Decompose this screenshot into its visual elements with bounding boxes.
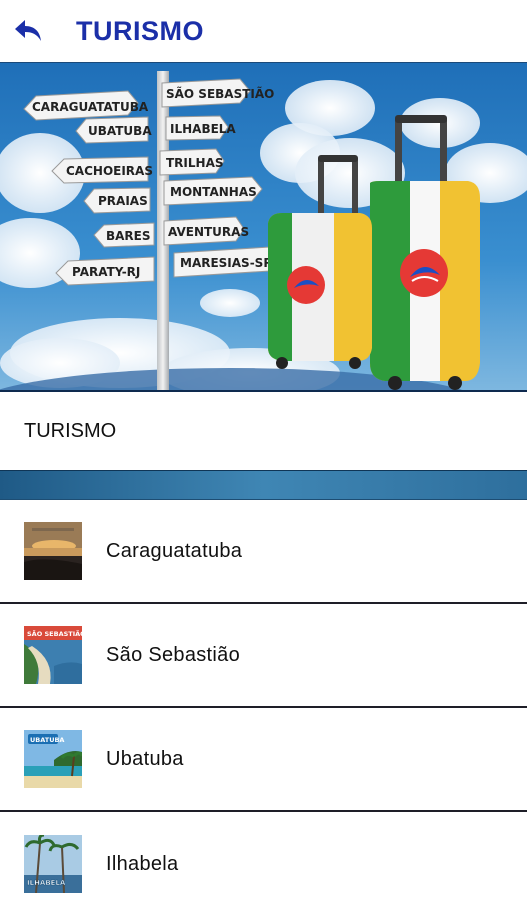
sign-label: PARATY-RJ [72, 265, 140, 279]
sign-label: CARAGUATATUBA [32, 100, 149, 114]
sign-label: MARESIAS-SP [180, 256, 272, 270]
back-button[interactable] [10, 13, 46, 49]
sign-label: UBATUBA [88, 124, 152, 138]
sunset-beach-thumbnail [24, 522, 82, 580]
thumbnail-caption: ILHABELA [27, 879, 66, 887]
list-item-label: Caraguatatuba [106, 539, 243, 562]
beach-island-thumbnail: UBATUBA [24, 730, 82, 788]
destination-list: Caraguatatuba SÃO SEBASTIÃO São Sebastiã… [0, 500, 527, 900]
list-item-ilhabela[interactable]: ILHABELA Ilhabela [0, 812, 527, 900]
page-title: TURISMO [76, 15, 204, 46]
back-arrow-icon [15, 20, 41, 41]
list-item-caraguatatuba[interactable]: Caraguatatuba [0, 500, 527, 604]
hero-banner-image: CARAGUATATUBA SÃO SEBASTIÃO UBATUBA ILHA… [0, 62, 527, 392]
app-bar: TURISMO [0, 0, 527, 62]
list-item-label: Ubatuba [106, 747, 184, 770]
sign-label: BARES [106, 229, 151, 243]
thumbnail-caption: UBATUBA [30, 736, 64, 744]
palm-trees-thumbnail: ILHABELA [24, 835, 82, 893]
sign-label: MONTANHAS [170, 185, 257, 199]
sign-label: SÃO SEBASTIÃO [166, 86, 274, 101]
sign-label: CACHOEIRAS [66, 164, 153, 178]
list-item-sao-sebastiao[interactable]: SÃO SEBASTIÃO São Sebastião [0, 604, 527, 708]
thumbnail-caption: SÃO SEBASTIÃO [27, 629, 82, 638]
sign-label: TRILHAS [166, 156, 224, 170]
coastline-thumbnail: SÃO SEBASTIÃO [24, 626, 82, 684]
list-item-ubatuba[interactable]: UBATUBA Ubatuba [0, 708, 527, 812]
sign-label: PRAIAS [98, 194, 148, 208]
section-title: TURISMO [24, 419, 117, 442]
section-divider-bar [0, 470, 527, 500]
sign-label: AVENTURAS [168, 225, 249, 239]
list-item-label: São Sebastião [106, 643, 240, 666]
sign-label: ILHABELA [170, 122, 236, 136]
list-item-label: Ilhabela [106, 852, 179, 875]
